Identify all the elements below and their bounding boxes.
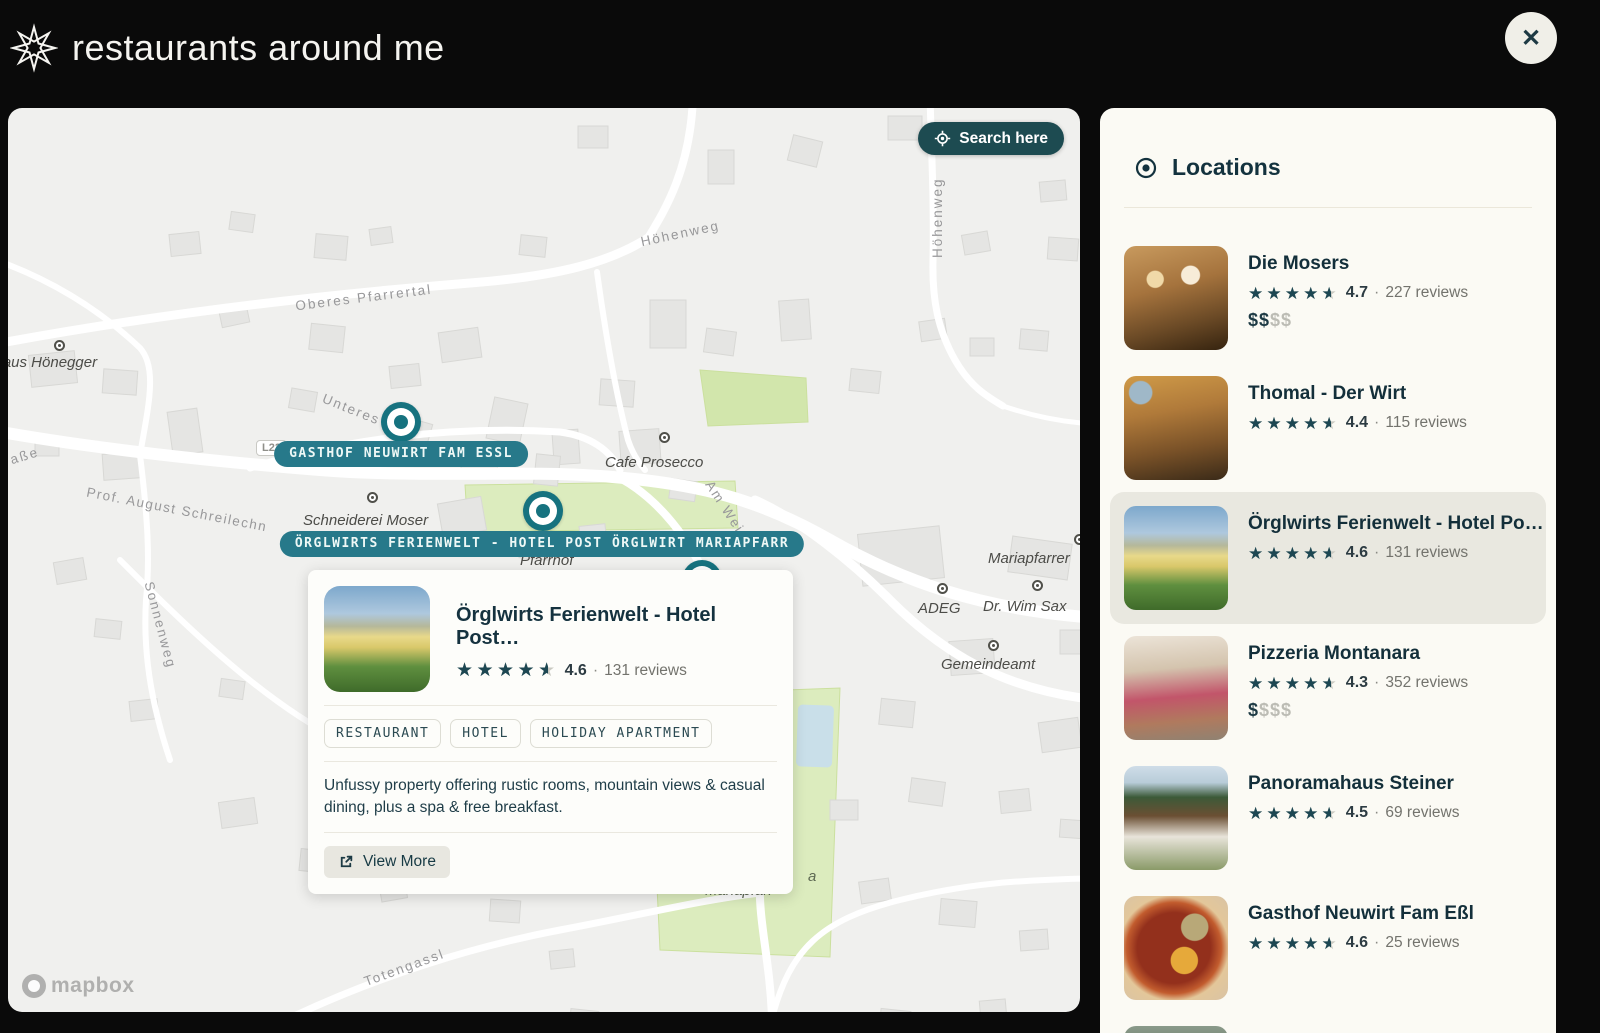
locations-list[interactable]: Die Mosers★★★★★★★★★★4.7·227 reviews$$$$T… [1100,208,1556,1033]
review-count: 352 reviews [1385,674,1468,692]
star-rating: ★★★★★★★★★★ [1248,935,1340,952]
poi-label: Dr. Wim Sax [983,598,1066,615]
poi-dot-icon [54,340,65,351]
location-list-item[interactable]: Panoramahaus Steiner★★★★★★★★★★4.5·69 rev… [1124,766,1532,870]
review-count: 131 reviews [1385,544,1468,562]
popup-rating-row: ★★★★★★★★★★ 4.6 · 131 reviews [456,660,777,682]
map-pin-label-orglwirts[interactable]: ÖRGLWIRTS FERIENWELT - HOTEL POST ÖRGLWI… [280,531,804,557]
poi-label: Mariapfarrer [988,550,1070,567]
location-list-item[interactable] [1124,1026,1532,1033]
star-rating: ★★★★★★★★★★ [1248,285,1340,302]
rating-row: ★★★★★★★★★★4.3·352 reviews [1248,674,1468,692]
search-here-button[interactable]: Search here [918,122,1064,155]
rating-value: 4.6 [565,662,587,680]
poi-dot-icon [367,492,378,503]
star-rating: ★★★★★★★★★★ [456,661,559,680]
poi-label: Haus Hönegger [8,354,97,371]
mapbox-attribution[interactable]: mapbox [22,974,135,998]
location-list-item[interactable]: Die Mosers★★★★★★★★★★4.7·227 reviews$$$$ [1124,246,1532,350]
mapbox-pin-icon [22,974,46,998]
location-name: Die Mosers [1248,253,1468,275]
location-thumbnail [1124,766,1228,870]
location-thumbnail [1124,246,1228,350]
star-rating: ★★★★★★★★★★ [1248,805,1340,822]
divider [324,832,777,833]
review-count: 115 reviews [1385,414,1467,432]
review-count: 131 reviews [604,662,687,680]
rating-value: 4.3 [1346,674,1368,692]
target-icon [1134,156,1158,180]
location-thumbnail [1124,1026,1228,1033]
location-list-item[interactable]: Thomal - Der Wirt★★★★★★★★★★4.4·115 revie… [1124,376,1532,480]
poi-label: Cafe Prosecco [605,454,703,471]
rating-value: 4.6 [1346,934,1368,952]
review-count: 227 reviews [1385,284,1468,302]
close-button[interactable]: ✕ [1505,12,1557,64]
location-thumbnail [1124,636,1228,740]
map-canvas[interactable]: Oberes Pfarrertal Höhenweg Höhenweg Unte… [8,108,1080,1012]
divider [324,705,777,706]
rating-row: ★★★★★★★★★★4.5·69 reviews [1248,804,1459,822]
street-label: Höhenweg [930,177,945,258]
rating-row: ★★★★★★★★★★4.6·131 reviews [1248,544,1544,562]
rating-value: 4.6 [1346,544,1368,562]
view-more-button[interactable]: View More [324,846,450,878]
poi-dot-icon [659,432,670,443]
rating-value: 4.7 [1346,284,1368,302]
location-thumbnail [1124,376,1228,480]
popup-photo [324,586,430,692]
map-pin-gasthof[interactable] [381,402,421,442]
popup-description: Unfussy property offering rustic rooms, … [324,775,777,819]
location-popup-card: Örglwirts Ferienwelt - Hotel Post… ★★★★★… [308,570,793,894]
rating-value: 4.5 [1346,804,1368,822]
tag-badge: RESTAURANT [324,719,441,748]
star-rating: ★★★★★★★★★★ [1248,415,1340,432]
location-name: Örglwirts Ferienwelt - Hotel Po… [1248,513,1544,535]
map-pin-orglwirts[interactable] [523,491,563,531]
rating-row: ★★★★★★★★★★4.4·115 reviews [1248,414,1467,432]
tag-badge: HOTEL [450,719,521,748]
poi-dot-icon [937,583,948,594]
location-name: Pizzeria Montanara [1248,643,1468,665]
divider [324,761,777,762]
location-name: Thomal - Der Wirt [1248,383,1467,405]
price-level: $$$$ [1248,700,1468,721]
location-thumbnail [1124,506,1228,610]
poi-dot-icon [1032,580,1043,591]
popup-stars: ★★★★★★★★★★ [456,660,559,682]
location-name: Gasthof Neuwirt Fam Eßl [1248,903,1474,925]
close-icon: ✕ [1521,24,1541,53]
poi-dot-icon [988,640,999,651]
page-title: restaurants around me [72,27,445,69]
app-logo-icon [10,23,58,73]
park-label: a [808,868,816,885]
rating-row: ★★★★★★★★★★4.7·227 reviews [1248,284,1468,302]
star-rating: ★★★★★★★★★★ [1248,675,1340,692]
location-name: Panoramahaus Steiner [1248,773,1459,795]
crosshair-icon [934,130,951,147]
star-rating: ★★★★★★★★★★ [1248,545,1340,562]
locations-sidebar[interactable]: Locations Die Mosers★★★★★★★★★★4.7·227 re… [1100,108,1556,1033]
poi-label: ADEG [918,600,961,617]
rating-value: 4.4 [1346,414,1368,432]
map-pin-label-gasthof[interactable]: GASTHOF NEUWIRT FAM ESSL [274,441,528,467]
tag-badge: HOLIDAY APARTMENT [530,719,713,748]
top-bar: restaurants around me ✕ [0,0,1600,95]
popup-tags: RESTAURANT HOTEL HOLIDAY APARTMENT [324,719,777,748]
location-thumbnail [1124,896,1228,1000]
price-level: $$$$ [1248,310,1468,331]
locations-header: Locations [1100,108,1556,181]
poi-label: Schneiderei Moser [303,512,428,529]
sidebar-title: Locations [1172,154,1281,181]
review-count: 25 reviews [1385,934,1459,952]
location-list-item[interactable]: Gasthof Neuwirt Fam Eßl★★★★★★★★★★4.6·25 … [1124,896,1532,1000]
external-link-icon [338,854,354,870]
rating-row: ★★★★★★★★★★4.6·25 reviews [1248,934,1474,952]
location-list-item[interactable]: Pizzeria Montanara★★★★★★★★★★4.3·352 revi… [1124,636,1532,740]
location-list-item[interactable]: Örglwirts Ferienwelt - Hotel Po… ★★★★★★★★… [1110,492,1546,624]
popup-title: Örglwirts Ferienwelt - Hotel Post… [456,604,777,650]
review-count: 69 reviews [1385,804,1459,822]
poi-label: Gemeindeamt [941,656,1035,673]
poi-dot-icon [1074,534,1080,545]
